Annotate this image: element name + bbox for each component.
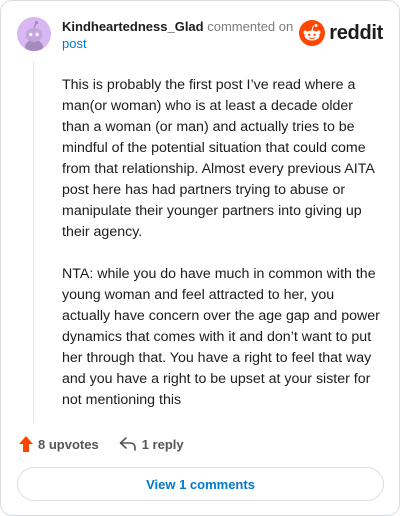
reddit-logo[interactable]: reddit [299, 19, 383, 47]
reply-button[interactable]: 1 reply [119, 437, 184, 452]
upvote-arrow-icon [19, 436, 33, 452]
reddit-snoo-icon [299, 20, 326, 46]
avatar[interactable] [17, 17, 51, 51]
comment-body: This is probably the first post I’ve rea… [62, 75, 382, 432]
reply-count: 1 reply [141, 436, 184, 452]
comment-header: Kindheartedness_Glad commented on post r… [17, 15, 385, 55]
comment-paragraph: NTA: while you do have much in common wi… [62, 266, 380, 408]
comment-meta: Kindheartedness_Glad commented on post [62, 18, 312, 52]
reply-arrow-icon [119, 437, 136, 451]
upvote-button[interactable]: 8 upvotes [19, 436, 99, 452]
commented-on-text: commented on [207, 19, 294, 34]
thread-line [33, 61, 34, 423]
comment-card: Kindheartedness_Glad commented on post r… [0, 0, 400, 516]
reddit-wordmark: reddit [329, 21, 383, 44]
view-comments-button[interactable]: View 1 comments [17, 467, 384, 501]
upvote-count: 8 upvotes [38, 436, 99, 452]
comment-actions: 8 upvotes 1 reply [19, 434, 184, 454]
post-link[interactable]: post [62, 35, 312, 52]
username[interactable]: Kindheartedness_Glad [62, 19, 204, 34]
comment-paragraph: This is probably the first post I’ve rea… [62, 77, 374, 240]
snoo-avatar-icon [17, 17, 51, 51]
